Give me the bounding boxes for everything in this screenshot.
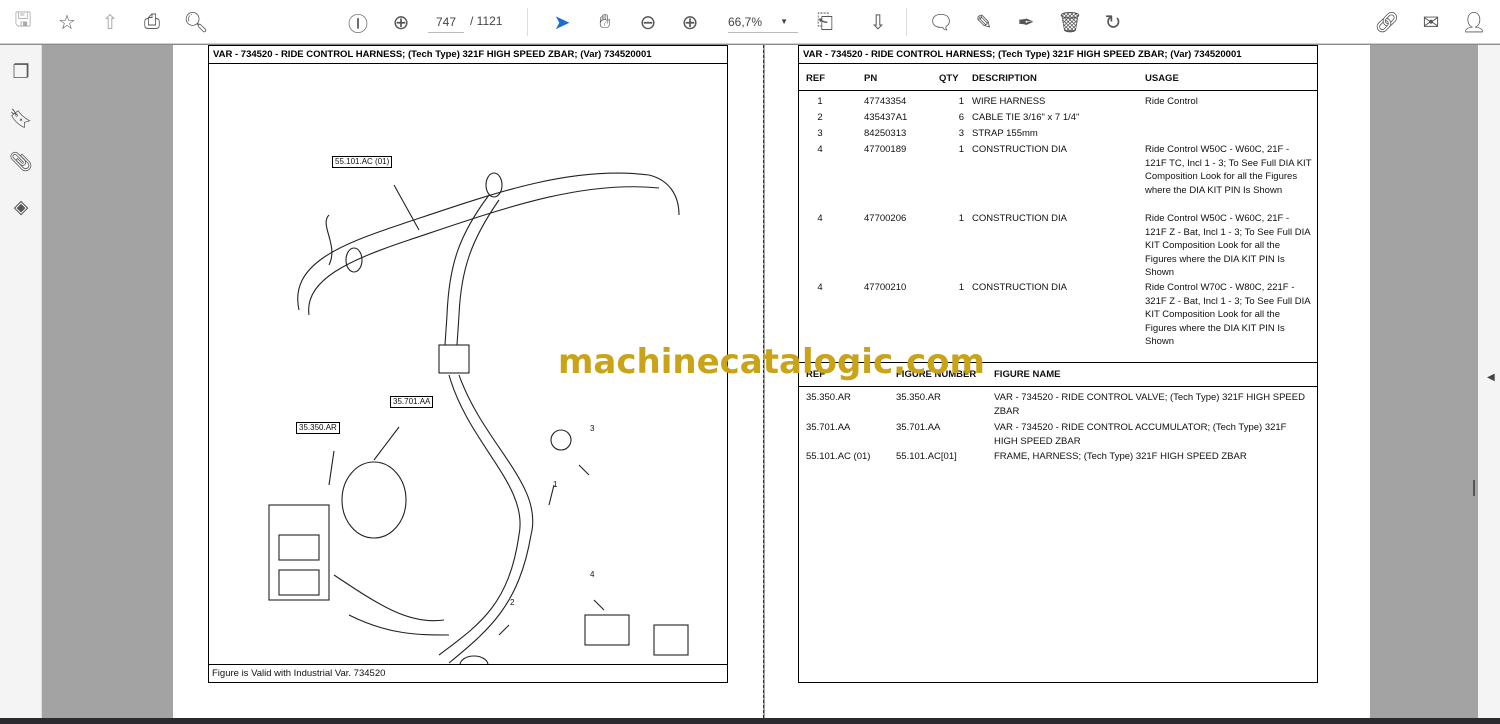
fig-col-name: FIGURE NAME <box>994 369 1061 380</box>
delete-icon[interactable]: 🗑︎ <box>1057 9 1083 35</box>
part-pn: 47700189 <box>864 144 907 155</box>
figure-footer: Figure is Valid with Industrial Var. 734… <box>212 668 386 679</box>
figure-num: 35.701.AA <box>896 422 941 433</box>
taskbar <box>0 718 1500 724</box>
part-ref: 2 <box>817 112 823 123</box>
part-desc: WIRE HARNESS <box>972 96 1046 107</box>
attachment-icon[interactable]: 📎︎ <box>8 150 34 176</box>
callout-35350ar: 35.350.AR <box>296 422 340 434</box>
layers-icon[interactable]: ◈ <box>8 196 34 222</box>
zoom-value: 66,7% <box>728 15 763 29</box>
part-desc: STRAP 155mm <box>972 128 1038 139</box>
zoom-select[interactable]: 66,7% ▼ <box>728 11 798 33</box>
part-desc: CABLE TIE 3/16" x 7 1/4" <box>972 112 1080 123</box>
part-ref: 4 <box>817 144 823 155</box>
figure-ref: 55.101.AC (01) <box>806 451 871 462</box>
col-pn: PN <box>864 73 878 84</box>
callout-3: 3 <box>590 424 595 433</box>
part-desc: CONSTRUCTION DIA <box>972 282 1067 293</box>
page-total: / 1121 <box>470 14 503 28</box>
part-pn: 84250313 <box>864 128 907 139</box>
part-qty: 3 <box>958 128 964 139</box>
part-desc: CONSTRUCTION DIA <box>972 213 1067 224</box>
part-qty: 1 <box>958 144 964 155</box>
part-usage: Ride Control W50C - W60C, 21F - 121F TC,… <box>1145 144 1312 196</box>
page-up-icon[interactable]: Ⓘ <box>345 9 371 36</box>
part-qty: 6 <box>958 112 964 123</box>
figure-name: VAR - 734520 - RIDE CONTROL VALVE; (Tech… <box>994 392 1305 417</box>
figure-num: 35.350.AR <box>896 392 941 403</box>
add-user-icon[interactable]: 👤︎ <box>1461 9 1487 35</box>
part-ref: 4 <box>817 213 823 224</box>
figure-num: 55.101.AC[01] <box>896 451 957 462</box>
part-pn: 47743354 <box>864 96 907 107</box>
figure-header: VAR - 734520 - RIDE CONTROL HARNESS; (Te… <box>209 46 727 64</box>
part-usage: Ride Control W70C - W80C, 221F - 321F Z … <box>1145 282 1311 347</box>
find-icon[interactable]: 🔍︎ <box>183 9 209 35</box>
callout-2: 2 <box>510 598 515 607</box>
email-icon[interactable]: ✉ <box>1418 9 1444 35</box>
select-cursor-icon[interactable]: ➤ <box>549 9 575 35</box>
part-pn: 435437A1 <box>864 112 908 123</box>
part-ref: 3 <box>817 128 823 139</box>
watermark: machinecatalogic.com <box>558 342 985 382</box>
col-description: DESCRIPTION <box>972 73 1037 84</box>
col-qty: QTY <box>939 73 959 84</box>
highlight-icon[interactable]: ✎ <box>971 9 997 35</box>
zoom-in-icon[interactable]: ⊕ <box>677 9 703 35</box>
share-link-icon[interactable]: 🔗︎ <box>1374 9 1400 35</box>
part-usage: Ride Control W50C - W60C, 21F - 121F Z -… <box>1145 213 1311 278</box>
part-ref: 4 <box>817 282 823 293</box>
callout-1: 1 <box>553 480 558 489</box>
hand-icon[interactable]: ✋︎ <box>592 9 618 35</box>
figure-name: FRAME, HARNESS; (Tech Type) 321F HIGH SP… <box>994 451 1247 462</box>
zoom-out-icon[interactable]: ⊖ <box>635 9 661 35</box>
print-icon[interactable]: ⎙ <box>139 9 165 35</box>
sign-icon[interactable]: ✒︎ <box>1013 9 1039 35</box>
parts-header: VAR - 734520 - RIDE CONTROL HARNESS; (Te… <box>799 46 1317 64</box>
page-number-input[interactable]: 747 <box>428 11 464 33</box>
fit-page-icon[interactable]: ⎗ <box>812 9 838 35</box>
expand-right-icon[interactable]: ◀ <box>1487 372 1495 383</box>
part-desc: CONSTRUCTION DIA <box>972 144 1067 155</box>
comment-icon[interactable]: 🗨︎ <box>928 9 954 35</box>
save-icon[interactable]: 🖫 <box>10 9 36 35</box>
page-down-icon[interactable]: ⊕ <box>388 9 414 35</box>
part-pn: 47700206 <box>864 213 907 224</box>
col-ref: REF <box>806 73 825 84</box>
chevron-down-icon: ▼ <box>780 17 788 26</box>
left-sidebar: ❐ 🔖︎ 📎︎ ◈ <box>0 45 42 724</box>
col-usage: USAGE <box>1145 73 1179 84</box>
scroll-mode-icon[interactable]: ⇩ <box>865 9 891 35</box>
upload-icon[interactable]: ⇧ <box>97 9 123 35</box>
figure-ref: 35.701.AA <box>806 422 851 433</box>
toolbar: 🖫 ☆ ⇧ ⎙ 🔍︎ Ⓘ ⊕ 747 / 1121 ➤ ✋︎ ⊖ ⊕ 66,7%… <box>0 0 1500 44</box>
callout-4: 4 <box>590 570 595 579</box>
part-usage: Ride Control <box>1145 96 1198 107</box>
figure-ref: 35.350.AR <box>806 392 851 403</box>
part-qty: 1 <box>958 96 964 107</box>
part-pn: 47700210 <box>864 282 907 293</box>
part-qty: 1 <box>958 282 964 293</box>
figure-name: VAR - 734520 - RIDE CONTROL ACCUMULATOR;… <box>994 422 1287 447</box>
callout-55101ac: 55.101.AC (01) <box>332 156 393 168</box>
scrollbar-thumb[interactable] <box>1473 480 1475 496</box>
pages-icon[interactable]: ❐ <box>8 61 34 87</box>
part-ref: 1 <box>817 96 823 107</box>
bookmark-icon[interactable]: 🔖︎ <box>8 107 34 133</box>
star-icon[interactable]: ☆ <box>54 9 80 35</box>
rotate-icon[interactable]: ↻ <box>1100 9 1126 35</box>
callout-35701aa: 35.701.AA <box>390 396 434 408</box>
part-qty: 1 <box>958 213 964 224</box>
